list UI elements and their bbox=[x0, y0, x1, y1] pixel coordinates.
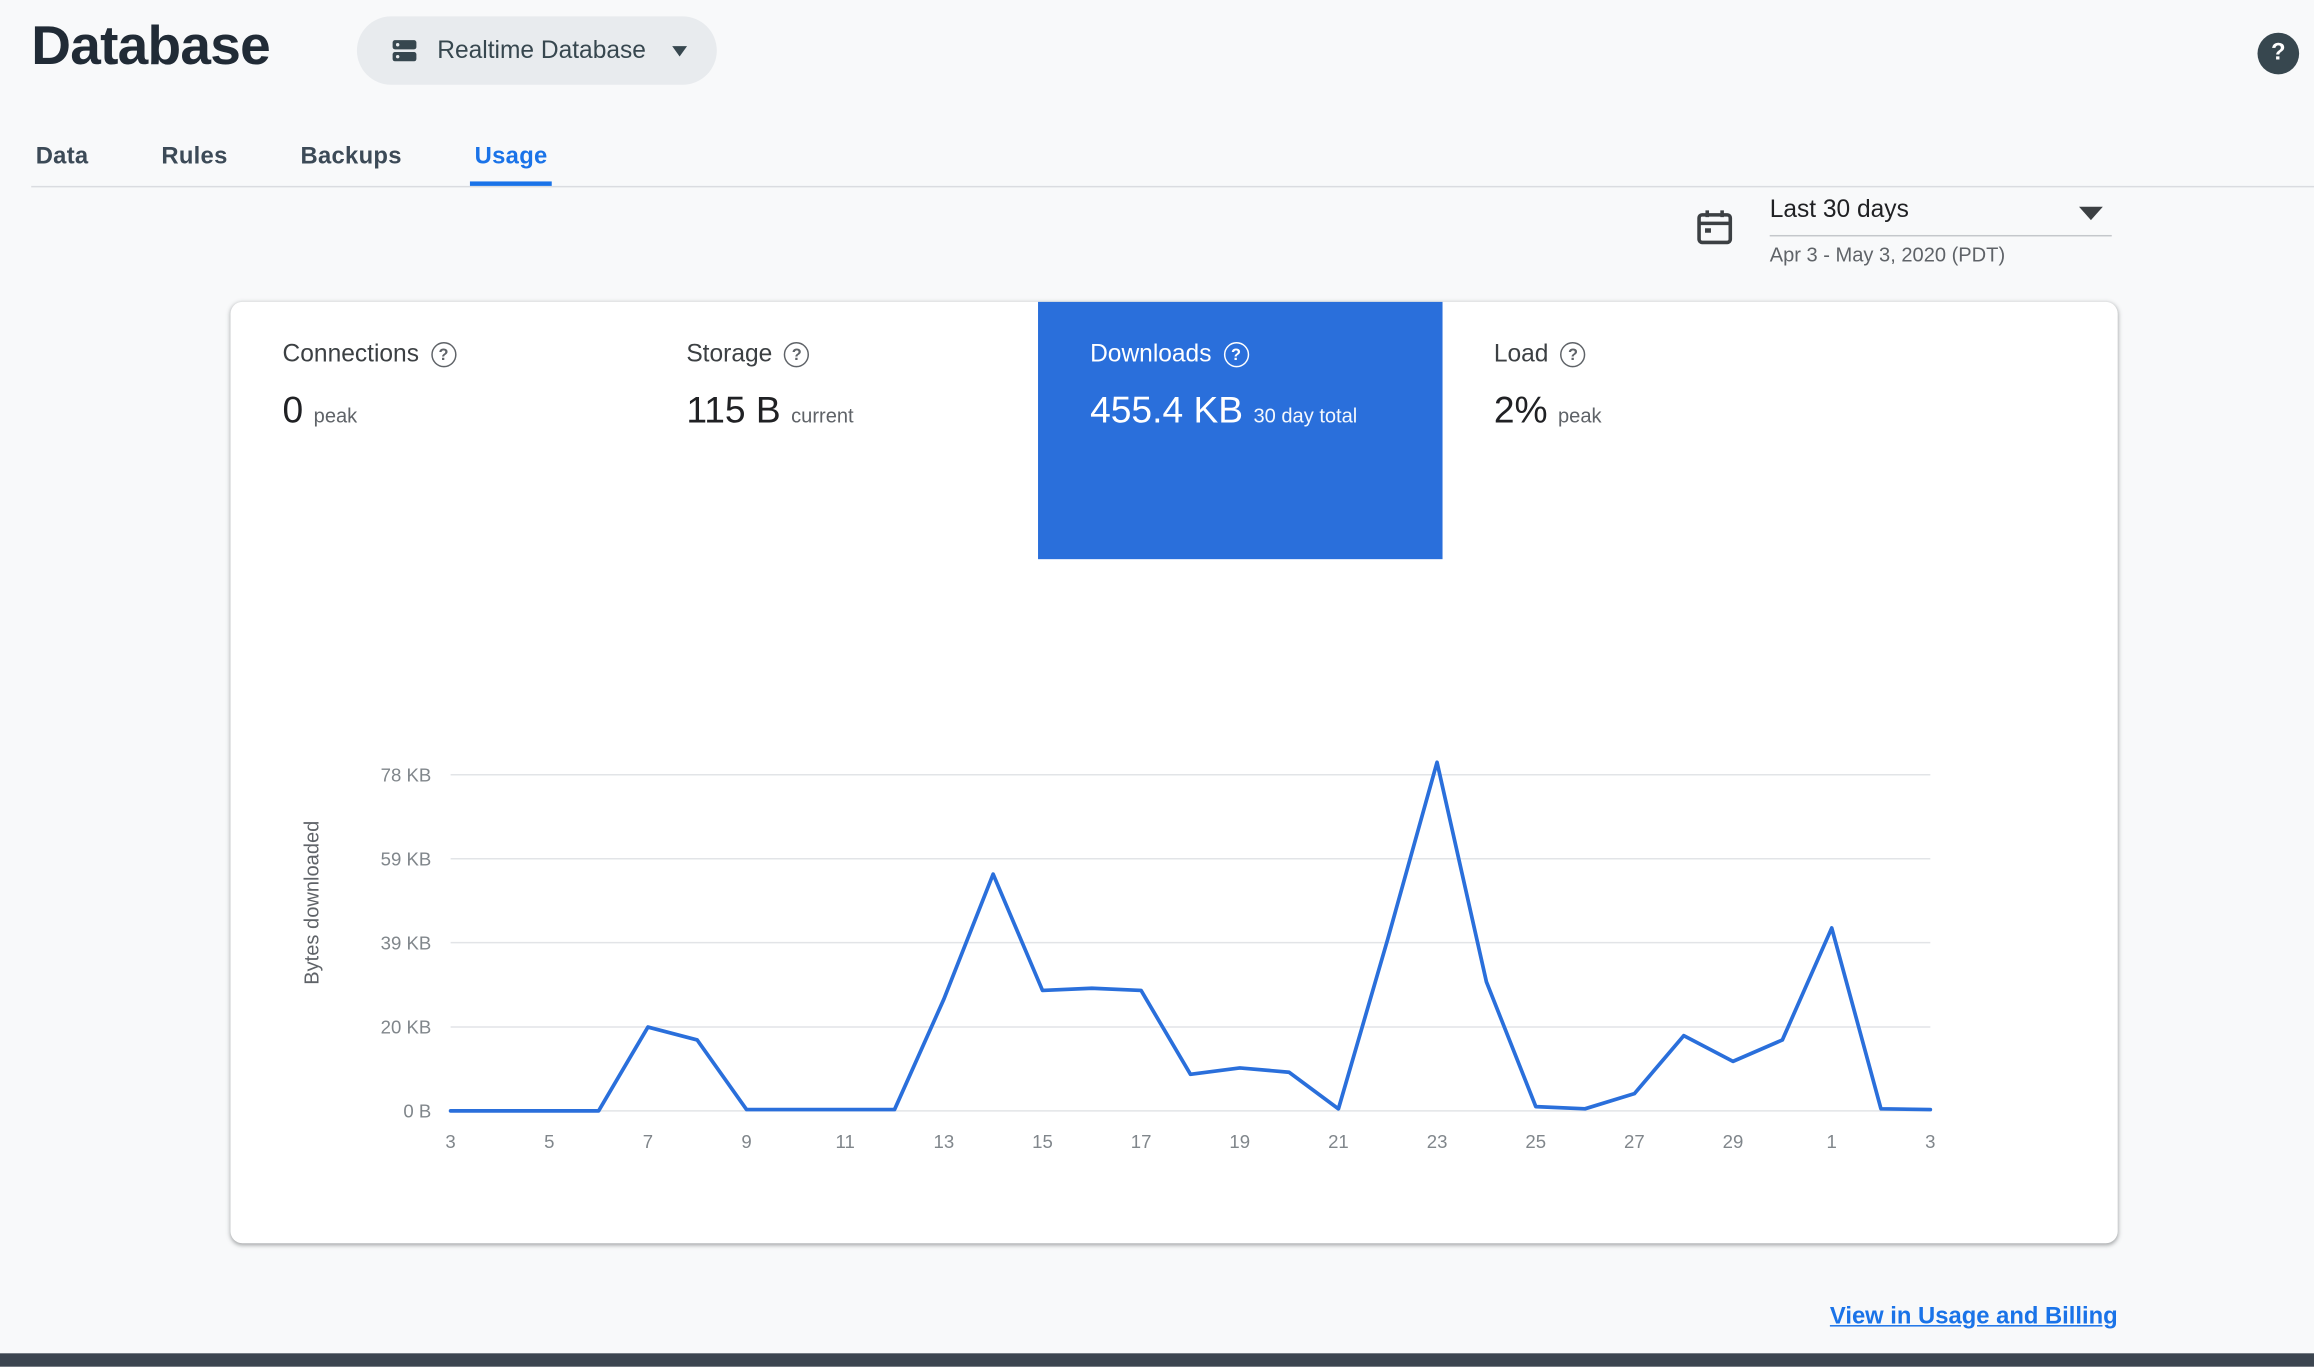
database-instance-selector[interactable]: Realtime Database bbox=[356, 16, 718, 85]
page-title: Database bbox=[31, 14, 270, 76]
downloads-chart-svg: 0 B20 KB39 KB59 KB78 KB3 5 7 9 11 13 15 17 19 21 2… bbox=[381, 760, 1935, 1152]
svg-text:21: 21 bbox=[1328, 1131, 1349, 1152]
metric-tiles: Connections ? 0 peak Storage ? 115 B cur… bbox=[231, 301, 1846, 560]
metric-downloads-value: 455.4 KB bbox=[1090, 389, 1244, 432]
usage-billing-link[interactable]: View in Usage and Billing bbox=[1830, 1304, 2118, 1331]
question-mark-glyph: ? bbox=[1231, 345, 1242, 364]
metric-storage-unit: current bbox=[791, 404, 854, 427]
svg-text:27: 27 bbox=[1624, 1131, 1645, 1152]
divider bbox=[1769, 234, 2112, 237]
help-icon[interactable]: ? bbox=[784, 342, 810, 368]
database-icon bbox=[392, 40, 417, 62]
metric-load-unit: peak bbox=[1557, 404, 1602, 427]
svg-text:20 KB: 20 KB bbox=[381, 1017, 432, 1038]
question-mark-glyph: ? bbox=[438, 345, 449, 364]
svg-text:9: 9 bbox=[741, 1131, 751, 1152]
tab-backups[interactable]: Backups bbox=[296, 128, 406, 186]
calendar-icon bbox=[1697, 210, 1733, 245]
metric-load-label: Load bbox=[1493, 340, 1549, 368]
help-button[interactable]: ? bbox=[2257, 32, 2300, 75]
question-mark-glyph: ? bbox=[791, 345, 802, 364]
database-instance-label: Realtime Database bbox=[437, 36, 646, 64]
svg-text:39 KB: 39 KB bbox=[381, 932, 432, 953]
svg-text:59 KB: 59 KB bbox=[381, 848, 432, 869]
svg-text:23: 23 bbox=[1427, 1131, 1448, 1152]
svg-text:7: 7 bbox=[643, 1131, 653, 1152]
svg-text:13: 13 bbox=[934, 1131, 955, 1152]
tab-bar: Data Rules Backups Usage bbox=[31, 128, 2314, 188]
svg-text:17: 17 bbox=[1131, 1131, 1152, 1152]
svg-text:5: 5 bbox=[544, 1131, 554, 1152]
metric-label-row: Storage ? bbox=[686, 341, 1038, 369]
tab-usage-label: Usage bbox=[474, 143, 548, 169]
tab-backups-label: Backups bbox=[300, 143, 402, 169]
metric-connections-value: 0 bbox=[282, 389, 304, 432]
help-icon[interactable]: ? bbox=[1223, 342, 1249, 368]
svg-text:19: 19 bbox=[1229, 1131, 1250, 1152]
metric-tile-storage[interactable]: Storage ? 115 B current bbox=[634, 302, 1038, 559]
metric-connections-label: Connections bbox=[282, 340, 419, 368]
tab-data-label: Data bbox=[35, 143, 89, 169]
chevron-down-icon bbox=[2079, 206, 2103, 221]
svg-text:78 KB: 78 KB bbox=[381, 764, 432, 785]
page: Database Realtime Database ? Data Rules … bbox=[0, 0, 2314, 1367]
metric-label-row: Connections ? bbox=[283, 341, 635, 369]
svg-text:1: 1 bbox=[1827, 1131, 1837, 1152]
question-mark-glyph: ? bbox=[1567, 345, 1578, 364]
tab-rules[interactable]: Rules bbox=[157, 128, 232, 186]
metric-load-value: 2% bbox=[1493, 389, 1548, 432]
bottom-bar bbox=[0, 1353, 2314, 1367]
help-icon[interactable]: ? bbox=[1560, 342, 1586, 368]
chevron-down-icon bbox=[672, 45, 688, 56]
metric-label-row: Downloads ? bbox=[1090, 341, 1442, 369]
date-range-value: Last 30 days bbox=[1769, 196, 1909, 224]
metric-connections-unit: peak bbox=[313, 404, 358, 427]
question-mark-icon: ? bbox=[2271, 40, 2286, 66]
date-range-selector[interactable]: Last 30 days Apr 3 - May 3, 2020 (PDT) bbox=[1694, 196, 2113, 273]
metric-tile-connections[interactable]: Connections ? 0 peak bbox=[231, 302, 635, 559]
tab-data[interactable]: Data bbox=[31, 128, 93, 186]
metric-value-row: 0 peak bbox=[283, 390, 635, 433]
tab-rules-label: Rules bbox=[161, 143, 228, 169]
help-icon[interactable]: ? bbox=[430, 342, 457, 368]
metric-downloads-label: Downloads bbox=[1090, 340, 1212, 368]
svg-text:11: 11 bbox=[836, 1131, 855, 1152]
metric-storage-value: 115 B bbox=[686, 389, 781, 432]
svg-text:0 B: 0 B bbox=[403, 1101, 431, 1122]
svg-text:15: 15 bbox=[1032, 1131, 1053, 1152]
metric-downloads-unit: 30 day total bbox=[1253, 404, 1358, 427]
metric-storage-label: Storage bbox=[686, 340, 773, 368]
svg-text:25: 25 bbox=[1525, 1131, 1546, 1152]
svg-text:29: 29 bbox=[1723, 1131, 1744, 1152]
y-axis-label: Bytes downloaded bbox=[300, 820, 323, 985]
tab-usage[interactable]: Usage bbox=[470, 128, 553, 186]
metric-value-row: 115 B current bbox=[686, 390, 1038, 433]
svg-text:3: 3 bbox=[1925, 1131, 1935, 1152]
metric-tile-downloads[interactable]: Downloads ? 455.4 KB 30 day total bbox=[1038, 301, 1442, 560]
metric-label-row: Load ? bbox=[1494, 341, 1846, 369]
metric-value-row: 455.4 KB 30 day total bbox=[1090, 390, 1442, 433]
svg-text:3: 3 bbox=[445, 1131, 455, 1152]
metric-value-row: 2% peak bbox=[1494, 390, 1846, 433]
metric-tile-load[interactable]: Load ? 2% peak bbox=[1442, 302, 1846, 559]
date-range-detail: Apr 3 - May 3, 2020 (PDT) bbox=[1769, 243, 2006, 267]
